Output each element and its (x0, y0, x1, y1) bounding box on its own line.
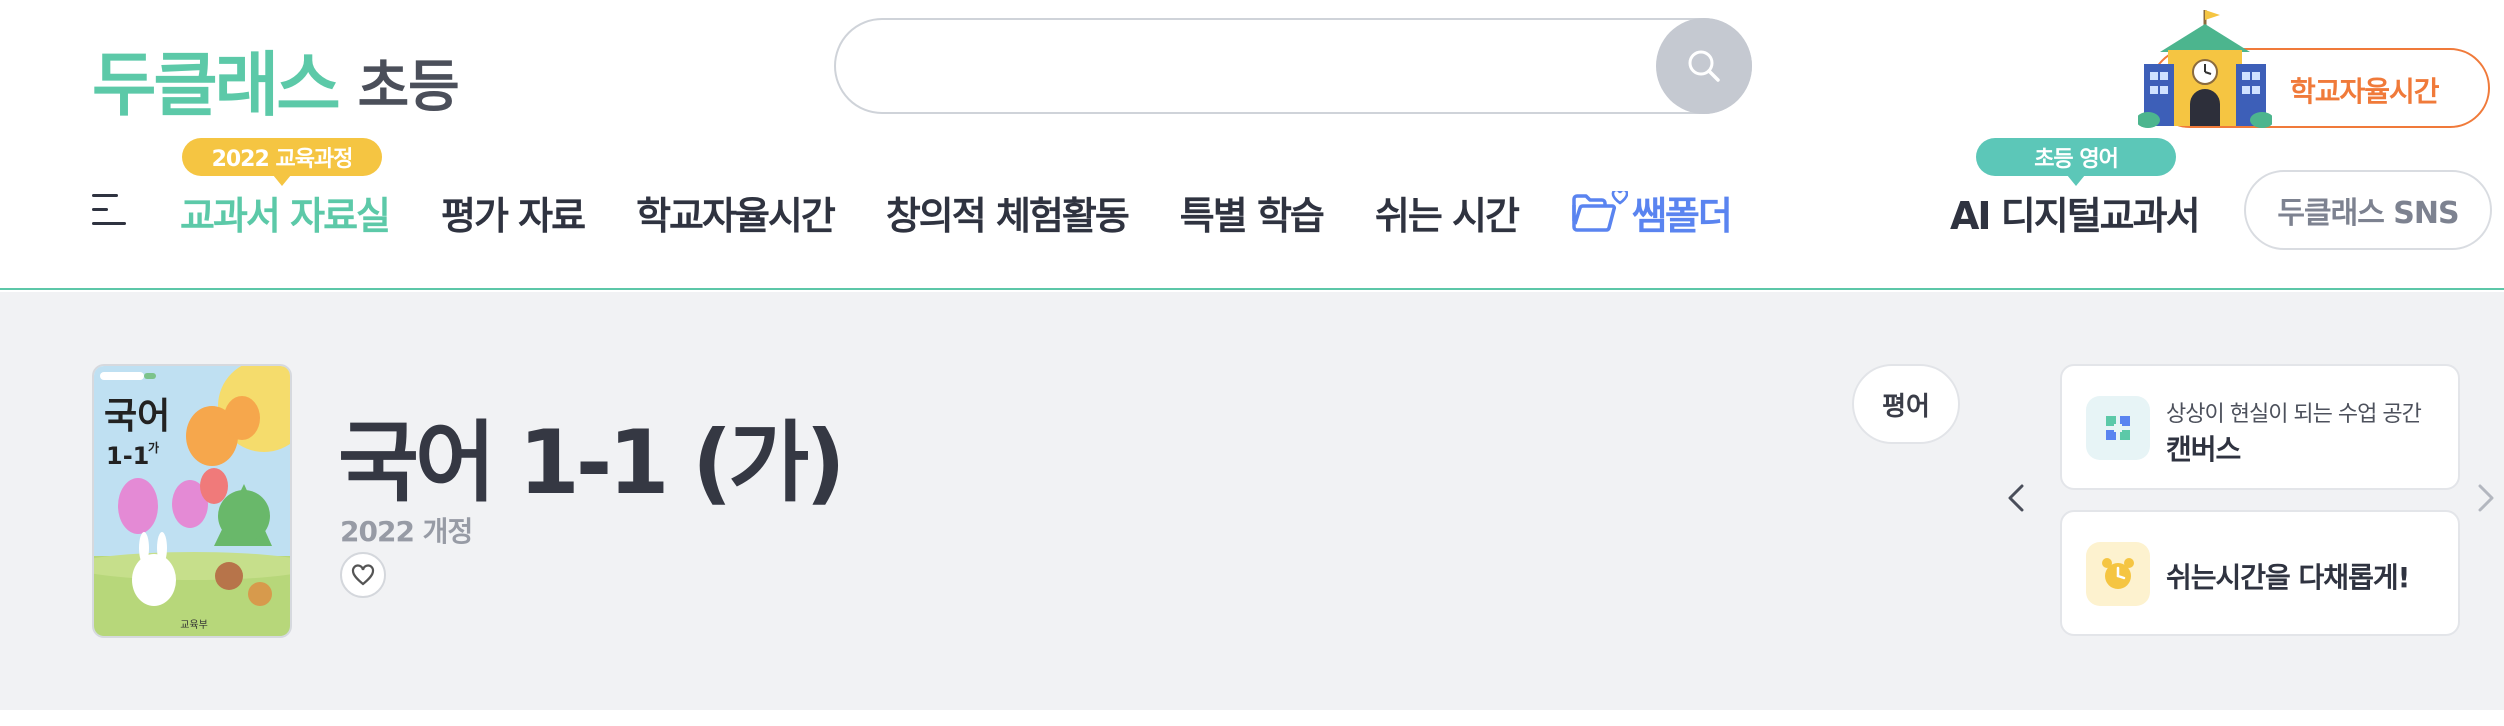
nav-textbook-resources[interactable]: 교과서 자료실 (180, 185, 391, 240)
canvas-icon (2086, 396, 2150, 460)
nav-assessment[interactable]: 평가 자료 (441, 185, 586, 240)
chevron-left-icon[interactable] (2002, 478, 2032, 518)
sns-button[interactable]: 두클래스 SNS (2244, 170, 2492, 250)
logo-main-text: 두클래스 (92, 44, 341, 126)
nav-teacher-folder-label: 쌤폴더 (1631, 193, 1733, 238)
nav-school-autonomy[interactable]: 학교자율시간 (636, 185, 836, 240)
break-time-card-title: 쉬는시간을 다채롭게! (2166, 561, 2410, 594)
cover-publisher-text: 교육부 (180, 619, 208, 631)
curriculum-badge: 2022 교육과정 (182, 138, 382, 186)
chevron-right-icon[interactable] (2470, 478, 2500, 518)
school-building-icon (2138, 10, 2272, 128)
hamburger-menu-icon[interactable] (92, 190, 128, 230)
nav-special-learning[interactable]: 특별 학습 (1180, 185, 1325, 240)
search-icon (1688, 50, 1720, 82)
textbook-edition: 2022 개정 (340, 515, 473, 548)
search-bar (834, 18, 1752, 114)
cover-grade-text: 1-1 (106, 442, 149, 470)
heart-icon (351, 564, 375, 586)
school-autonomy-label: 학교자율시간 (2290, 75, 2440, 108)
review-button-label: 평어 (1882, 391, 1930, 422)
favorite-button[interactable] (340, 552, 386, 598)
site-header: 두클래스 초등 학교자율시간 2022 교육과정 교과서 자료실 평가 자료 학… (0, 0, 2504, 290)
canvas-promo-card[interactable]: 상상이 현실이 되는 수업 공간 캔버스 (2060, 364, 2460, 490)
folder-heart-icon (1572, 191, 1628, 232)
canvas-card-title: 캔버스 (2166, 433, 2241, 466)
nav-teacher-folder[interactable]: 쌤폴더 (1570, 185, 1733, 240)
logo-sub-text: 초등 (357, 55, 460, 120)
elementary-english-badge: 초등 영어 (1976, 138, 2176, 186)
cover-subject-text: 국어 (104, 396, 170, 437)
nav-break-time[interactable]: 쉬는 시간 (1375, 185, 1520, 240)
textbook-title: 국어 1-1 (가) (338, 411, 846, 514)
canvas-card-subtitle: 상상이 현실이 되는 수업 공간 (2166, 402, 2422, 427)
sns-button-label: 두클래스 SNS (2277, 196, 2459, 231)
nav-creative-activity[interactable]: 창의적 체험활동 (886, 185, 1130, 240)
textbook-detail-section: 국어 1-1 가 교육부 국어 1-1 (가) 2022 개정 평어 상상이 현… (0, 292, 2504, 710)
cover-grade-suffix: 가 (148, 440, 159, 455)
site-logo[interactable]: 두클래스 초등 (92, 10, 460, 126)
search-button[interactable] (1656, 18, 1752, 114)
break-time-promo-card[interactable]: 쉬는시간을 다채롭게! (2060, 510, 2460, 636)
ai-digital-textbook-link[interactable]: AI 디지털교과서 (1950, 185, 2201, 240)
book-cover-image: 국어 1-1 가 교육부 (92, 364, 292, 638)
alarm-clock-icon (2086, 542, 2150, 606)
review-button[interactable]: 평어 (1852, 364, 1960, 444)
main-nav: 교과서 자료실 평가 자료 학교자율시간 창의적 체험활동 특별 학습 쉬는 시… (180, 182, 1783, 242)
search-input[interactable] (876, 42, 1636, 92)
